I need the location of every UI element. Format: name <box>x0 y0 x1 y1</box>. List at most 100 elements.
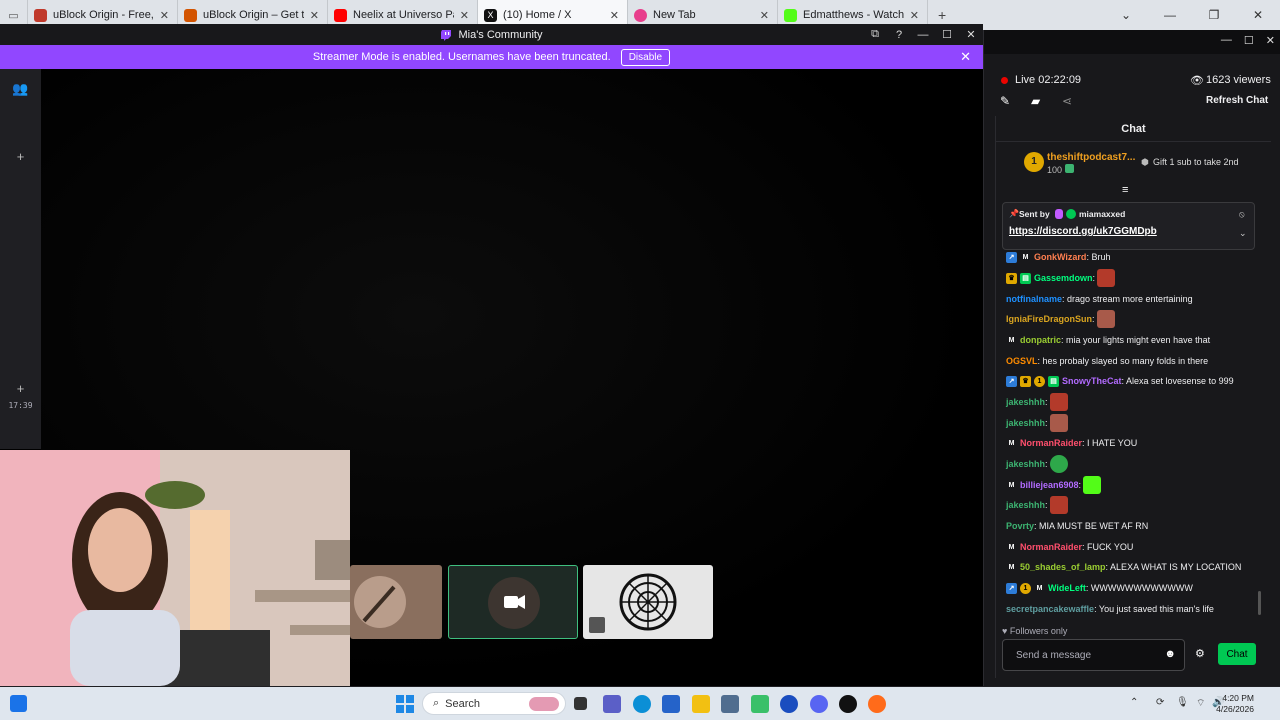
plus-icon[interactable]: + <box>0 149 41 164</box>
maximize-icon[interactable]: ☐ <box>935 28 959 41</box>
tab-title: uBlock Origin - Free, open-sou <box>53 9 154 21</box>
store-icon[interactable] <box>662 695 680 713</box>
file-explorer-icon[interactable] <box>692 695 710 713</box>
widgets-icon[interactable] <box>10 695 27 712</box>
close-icon[interactable]: ✕ <box>1266 34 1275 47</box>
chat-message: ↗ 1 M WideLeft: WWWWWWWWWWWW <box>1006 580 1193 596</box>
gift-sub-icon: ⬢ <box>1141 157 1149 167</box>
ublock-icon <box>34 8 47 22</box>
wifi-icon[interactable]: ⌔ <box>1196 697 1205 710</box>
username[interactable]: jakeshhh <box>1006 397 1045 407</box>
crown-badge-icon: ♛ <box>1020 375 1031 387</box>
close-tab-icon[interactable]: ✕ <box>910 9 919 22</box>
minimize-icon[interactable]: — <box>1148 8 1192 22</box>
clip-icon[interactable]: ▰ <box>1031 94 1040 108</box>
hype-amount: 100 <box>1047 165 1063 175</box>
edge-icon[interactable] <box>633 695 651 713</box>
close-tab-icon[interactable]: ✕ <box>760 9 769 22</box>
username[interactable]: secretpancakewaffle <box>1006 604 1094 614</box>
emote-icon <box>1083 476 1102 494</box>
message-text: : drago stream more entertaining <box>1062 294 1193 304</box>
help-icon[interactable]: ? <box>887 29 911 41</box>
message-text: : WWWWWWWWWWWW <box>1085 583 1193 593</box>
username[interactable]: IgniaFireDragonSun <box>1006 314 1092 324</box>
taskbar-clock[interactable]: 4:20 PM 4/26/2026 <box>1216 693 1254 715</box>
emoji-icon[interactable]: ☻ <box>1164 648 1176 660</box>
minimize-icon[interactable]: — <box>911 29 935 41</box>
refresh-chat-button[interactable]: Refresh Chat <box>1206 95 1268 106</box>
minimize-icon[interactable]: — <box>1221 34 1232 47</box>
close-tab-icon[interactable]: ✕ <box>160 9 169 22</box>
username[interactable]: jakeshhh <box>1006 418 1045 428</box>
message-text: : mia your lights might even have that <box>1061 335 1211 345</box>
close-tab-icon[interactable]: ✕ <box>610 9 619 22</box>
username[interactable]: NormanRaider <box>1020 542 1082 552</box>
expand-leaderboard-icon[interactable]: ≡ <box>1122 184 1128 196</box>
chat-message-input[interactable]: Send a message ☻ <box>1002 639 1185 671</box>
task-view-icon[interactable] <box>574 697 587 710</box>
username[interactable]: NormanRaider <box>1020 438 1082 448</box>
username[interactable]: SnowyTheCat <box>1062 376 1122 386</box>
close-icon[interactable]: ✕ <box>1236 8 1280 22</box>
username[interactable]: Povrty <box>1006 521 1034 531</box>
emote-icon <box>1096 310 1115 328</box>
chevron-up-icon[interactable]: ⌃ <box>1130 697 1138 708</box>
username[interactable]: donpatric <box>1020 335 1061 345</box>
sync-icon[interactable]: ⟳ <box>1156 697 1164 708</box>
message-text: : Alexa set lovesense to 999 <box>1121 376 1234 386</box>
microphone-icon[interactable]: 🎙 <box>1176 697 1189 708</box>
discord-icon[interactable] <box>810 695 828 713</box>
close-tab-icon[interactable]: ✕ <box>310 9 319 22</box>
share-icon[interactable]: ⋖ <box>1062 94 1072 108</box>
gift-icon <box>1065 164 1074 173</box>
stream-thumbnail[interactable] <box>350 565 442 639</box>
username[interactable]: GonkWizard <box>1034 252 1086 262</box>
plus-icon[interactable]: + <box>938 7 946 23</box>
username[interactable]: 50_shades_of_lamp <box>1020 562 1106 572</box>
moderator-badge-icon: M <box>1036 584 1043 592</box>
app-icon[interactable] <box>721 695 739 713</box>
chat-send-button[interactable]: Chat <box>1218 643 1256 665</box>
taskbar: ⌕ Search ⌃ ⟳ 🎙 ⌔ 🔊 4:20 PM 4/26/2026 <box>0 687 1280 720</box>
username[interactable]: WideLeft <box>1048 583 1086 593</box>
unpin-icon[interactable]: ⦸ <box>1239 209 1245 220</box>
stream-thumbnail[interactable] <box>583 565 713 639</box>
android-icon[interactable] <box>751 695 769 713</box>
picture-in-picture-icon[interactable]: ⧉ <box>863 28 887 41</box>
gear-icon[interactable]: ⚙ <box>1195 647 1205 660</box>
username[interactable]: Gassemdown <box>1034 273 1093 283</box>
streamer-mode-banner: Streamer Mode is enabled. Usernames have… <box>0 45 983 69</box>
crown-badge-icon: ♛ <box>1006 272 1017 284</box>
username[interactable]: jakeshhh <box>1006 459 1045 469</box>
firefox-icon[interactable] <box>868 695 886 713</box>
users-icon[interactable]: 👥 <box>0 81 41 97</box>
message-text: : <box>1092 314 1095 324</box>
username[interactable]: billiejean6908 <box>1020 480 1079 490</box>
pinned-link[interactable]: https://discord.gg/uk7GGMDpb <box>1009 226 1157 237</box>
close-tab-icon[interactable]: ✕ <box>460 9 469 22</box>
gift-sub-text[interactable]: Gift 1 sub to take 2nd <box>1153 157 1239 167</box>
username[interactable]: OGSVL <box>1006 356 1038 366</box>
chat-scrollbar[interactable] <box>1258 591 1261 615</box>
maximize-icon[interactable]: ☐ <box>1244 34 1254 47</box>
pencil-icon[interactable]: ✎ <box>1000 94 1010 108</box>
ea-icon[interactable] <box>780 695 798 713</box>
username[interactable]: jakeshhh <box>1006 500 1045 510</box>
stream-thumbnail-active[interactable] <box>448 565 578 639</box>
restore-icon[interactable]: ❐ <box>1192 8 1236 22</box>
chatgpt-icon[interactable] <box>839 695 857 713</box>
disable-button[interactable]: Disable <box>620 48 671 66</box>
taskbar-search[interactable]: ⌕ Search <box>422 692 566 715</box>
close-icon[interactable]: ✕ <box>959 28 983 41</box>
close-banner-icon[interactable]: ✕ <box>960 49 971 65</box>
plus-icon[interactable]: + <box>0 381 41 396</box>
windows-start-icon[interactable] <box>396 695 414 713</box>
tab-title: uBlock Origin – Get this Extensi <box>203 9 304 21</box>
webcam-video <box>0 450 350 686</box>
username[interactable]: notfinalname <box>1006 294 1062 304</box>
chevron-down-icon[interactable]: ⌄ <box>1239 228 1247 239</box>
pinned-message: 📌 Sent by miamaxxed ⦸ https://discord.gg… <box>1002 202 1255 250</box>
chevron-down-icon[interactable]: ⌄ <box>1104 8 1148 22</box>
teams-icon[interactable] <box>603 695 621 713</box>
tab-title: New Tab <box>653 9 696 21</box>
